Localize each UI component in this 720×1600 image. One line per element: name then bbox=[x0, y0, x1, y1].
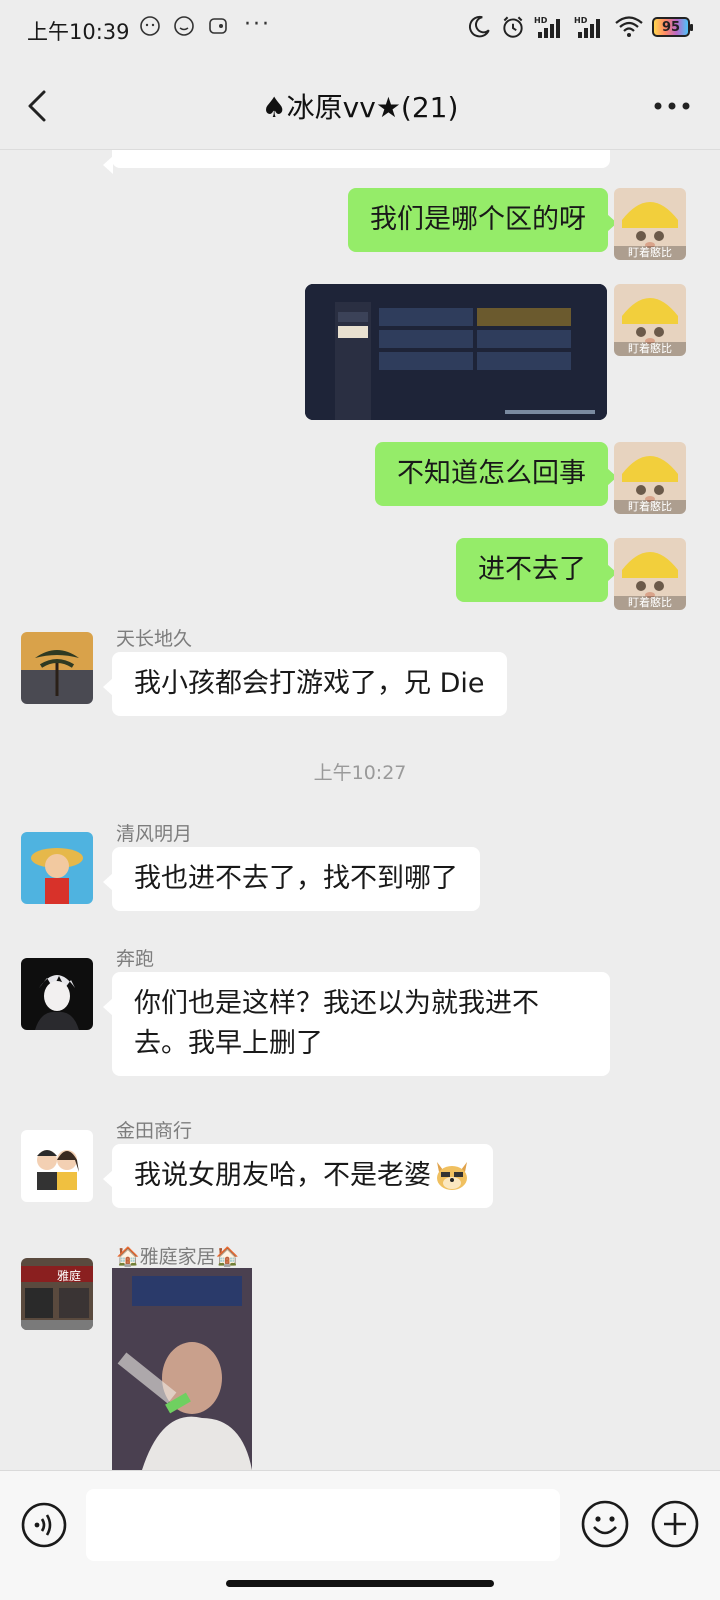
notification-icons bbox=[138, 14, 230, 38]
sender-avatar[interactable]: 雅庭 bbox=[21, 1258, 93, 1330]
avatar-caption: 盯着憨比 bbox=[628, 595, 672, 609]
message-timestamp: 上午10:27 bbox=[313, 762, 407, 784]
message-list[interactable]: 我们是哪个区的呀 盯着憨比 盯着憨比 不知道怎么回事 盯着憨比 进不去了 盯着憨… bbox=[0, 150, 720, 1470]
moon-icon bbox=[468, 15, 490, 38]
avatar-caption: 盯着憨比 bbox=[628, 499, 672, 513]
sender-name: 天长地久 bbox=[116, 628, 193, 650]
my-message-bubble[interactable]: 进不去了 bbox=[456, 538, 617, 602]
cat-avatar-image: 盯着憨比 bbox=[614, 538, 686, 610]
my-image-message[interactable] bbox=[305, 284, 607, 420]
message-text: 我说女朋友哈，不是老婆 bbox=[134, 1160, 431, 1191]
shop-sign-text: 雅庭 bbox=[57, 1268, 81, 1283]
anime-avatar-image bbox=[21, 958, 93, 1030]
my-message-bubble[interactable]: 我们是哪个区的呀 bbox=[348, 188, 617, 252]
battery-level: 95 bbox=[661, 19, 681, 35]
sender-avatar[interactable] bbox=[21, 958, 93, 1030]
notification-app-icon bbox=[174, 16, 194, 36]
sender-avatar[interactable] bbox=[21, 832, 93, 904]
message-bubble[interactable]: 我小孩都会打游戏了，兄 Die bbox=[103, 652, 507, 716]
storefront-avatar-image: 雅庭 bbox=[21, 1258, 93, 1330]
my-avatar[interactable]: 盯着憨比 bbox=[614, 538, 686, 610]
status-more-dots: ··· bbox=[244, 12, 271, 37]
chat-title: ♠冰原vv★(21) bbox=[261, 91, 459, 124]
video-thumbnail[interactable] bbox=[112, 1268, 252, 1470]
message-text: 我们是哪个区的呀 bbox=[370, 204, 586, 235]
anime-avatar-image bbox=[21, 832, 93, 904]
message-bubble[interactable]: 你们也是这样？我还以为就我进不去。我早上删了 bbox=[103, 972, 610, 1076]
wifi-icon bbox=[615, 16, 643, 37]
notification-app-icon bbox=[209, 18, 227, 34]
status-bar: 上午10:39 ··· HD HD 95 bbox=[0, 0, 720, 62]
emoji-icon[interactable] bbox=[580, 1499, 630, 1549]
chat-header: ♠冰原vv★(21) bbox=[0, 62, 720, 150]
plus-icon[interactable] bbox=[650, 1499, 700, 1549]
message-bubble[interactable]: 我也进不去了，找不到哪了 bbox=[103, 847, 480, 911]
message-input[interactable] bbox=[86, 1489, 560, 1561]
svg-text:HD: HD bbox=[534, 16, 548, 25]
signal-hd-icon: HD bbox=[574, 16, 600, 38]
avatar-caption: 盯着憨比 bbox=[628, 341, 672, 355]
couple-avatar-image bbox=[21, 1130, 93, 1202]
cat-avatar-image: 盯着憨比 bbox=[614, 442, 686, 514]
notification-app-icon bbox=[140, 16, 160, 36]
game-screenshot-image bbox=[305, 284, 607, 420]
sender-name: 清风明月 bbox=[116, 823, 193, 845]
alarm-icon bbox=[503, 16, 523, 38]
voice-input-icon[interactable] bbox=[20, 1501, 68, 1549]
message-bubble[interactable]: 我说女朋友哈，不是老婆 bbox=[103, 1144, 493, 1208]
home-indicator[interactable] bbox=[226, 1580, 494, 1587]
message-text: 我小孩都会打游戏了，兄 Die bbox=[134, 668, 485, 699]
message-text: 我也进不去了，找不到哪了 bbox=[134, 863, 458, 894]
my-message-bubble[interactable]: 不知道怎么回事 bbox=[375, 442, 617, 506]
message-text: 你们也是这样？我还以为就我进不去。我早上删了 bbox=[134, 988, 539, 1059]
my-avatar[interactable]: 盯着憨比 bbox=[614, 284, 686, 356]
signal-hd-icon: HD bbox=[534, 16, 560, 38]
previous-message-bubble[interactable] bbox=[103, 150, 610, 174]
message-text: 不知道怎么回事 bbox=[397, 458, 586, 489]
sender-name: 奔跑 bbox=[116, 948, 155, 970]
sender-avatar[interactable] bbox=[21, 632, 93, 704]
sender-name: 🏠雅庭家居🏠 bbox=[116, 1246, 240, 1268]
my-avatar[interactable]: 盯着憨比 bbox=[614, 442, 686, 514]
cat-avatar-image: 盯着憨比 bbox=[614, 284, 686, 356]
my-avatar[interactable]: 盯着憨比 bbox=[614, 188, 686, 260]
sender-name: 金田商行 bbox=[116, 1120, 193, 1142]
status-time: 上午10:39 bbox=[27, 20, 130, 44]
avatar-caption: 盯着憨比 bbox=[628, 245, 672, 259]
svg-text:HD: HD bbox=[574, 16, 588, 25]
cat-avatar-image: 盯着憨比 bbox=[614, 188, 686, 260]
sender-avatar[interactable] bbox=[21, 1130, 93, 1202]
message-text: 进不去了 bbox=[478, 554, 586, 585]
doge-emoji-icon bbox=[437, 1162, 467, 1190]
video-frame-image bbox=[112, 1268, 252, 1470]
status-right-icons: HD HD 95 bbox=[466, 14, 693, 40]
battery-indicator: 95 bbox=[652, 17, 693, 37]
more-dots-icon[interactable] bbox=[648, 86, 696, 126]
tree-avatar-image bbox=[21, 632, 93, 704]
